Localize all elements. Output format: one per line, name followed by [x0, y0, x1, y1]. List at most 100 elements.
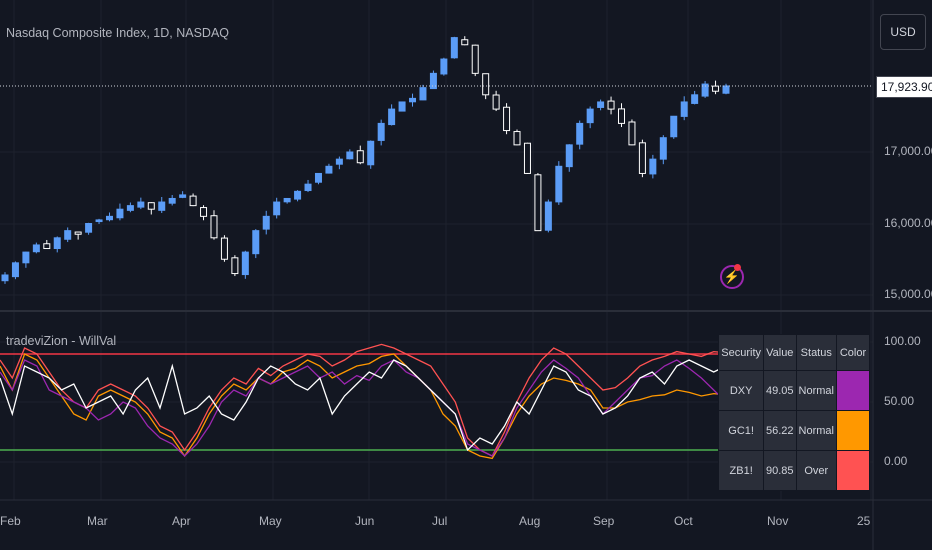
color-swatch [836, 370, 870, 411]
candle-body [210, 215, 218, 239]
candle-body [137, 201, 145, 208]
candle-body [628, 121, 636, 146]
candles [1, 36, 730, 284]
candle-body [523, 142, 531, 174]
candle-body [105, 215, 113, 221]
series-line-nasdaq [0, 359, 727, 452]
security-cell: GC1! [718, 410, 765, 451]
value-cell: 90.85 [763, 450, 797, 491]
candle-body [231, 257, 239, 275]
candle-body [367, 140, 375, 166]
time-axis-label: 25 [857, 514, 871, 528]
candle-body [95, 219, 103, 223]
candle-body [241, 251, 249, 276]
status-cell: Normal [795, 410, 838, 451]
header-cell: Status [795, 334, 838, 371]
candle-body [314, 172, 322, 183]
time-axis-label: Mar [87, 514, 108, 528]
candle-body [22, 251, 30, 264]
candle-body [388, 108, 396, 126]
candle-body [262, 215, 270, 230]
candle-body [158, 201, 166, 211]
candle-body [576, 122, 584, 145]
price-axis-label: 17,000.00 [884, 144, 932, 158]
candle-body [513, 131, 521, 146]
candle-body [398, 101, 406, 112]
security-cell: DXY [718, 370, 765, 411]
time-axis-label: Jun [355, 514, 375, 528]
notification-dot-icon [734, 264, 741, 271]
indicator-axis-label: 100.00 [884, 334, 921, 348]
candle-body [419, 87, 427, 101]
candle-body [283, 197, 291, 203]
candle-body [377, 122, 385, 141]
candle-body [544, 201, 552, 231]
header-cell: Security [718, 334, 765, 371]
candle-body [638, 142, 646, 174]
candle-body [304, 183, 312, 192]
candle-body [597, 101, 605, 108]
candle-body [555, 165, 563, 203]
candle-body [116, 208, 124, 219]
candle-body [712, 85, 720, 92]
time-axis-label: Nov [767, 514, 789, 528]
indicator-title[interactable]: tradeviZion - WillVal [6, 334, 116, 348]
header-cell: Color [836, 334, 870, 371]
status-cell: Over [795, 450, 838, 491]
time-axis-label: Feb [0, 514, 21, 528]
candle-body [618, 108, 626, 124]
color-swatch [836, 450, 870, 491]
candle-body [722, 85, 730, 94]
candle-body [670, 115, 678, 138]
security-cell: ZB1! [718, 450, 765, 491]
candle-body [335, 158, 343, 165]
candle-body [43, 243, 51, 250]
candle-body [565, 144, 573, 168]
indicator-axis-label: 50.00 [884, 394, 915, 408]
time-axis-label: May [259, 514, 282, 528]
candle-body [534, 174, 542, 232]
candle-body [346, 151, 354, 160]
time-axis-label: Oct [674, 514, 693, 528]
last-price-label: 17,923.90 [876, 76, 932, 98]
color-swatch [836, 410, 870, 451]
price-axis-label: 15,000.00 [884, 287, 932, 301]
candle-body [325, 165, 333, 174]
time-axis-label: Apr [172, 514, 191, 528]
candle-body [440, 58, 448, 75]
currency-button[interactable]: USD [880, 14, 926, 50]
candle-body [659, 137, 667, 160]
candle-body [503, 106, 511, 132]
candle-body [450, 37, 458, 59]
candle-body [126, 205, 134, 211]
candle-body [492, 94, 500, 110]
candle-body [1, 274, 9, 282]
time-axis-label: Jul [432, 514, 448, 528]
candle-body [482, 73, 490, 96]
candle-body [680, 101, 688, 117]
candle-body [85, 223, 93, 233]
candle-body [147, 202, 155, 210]
value-cell: 49.05 [763, 370, 797, 411]
table-row: ZB1! 90.85 Over [718, 450, 870, 491]
time-axis-label: Sep [593, 514, 615, 528]
candle-body [409, 97, 417, 103]
status-cell: Normal [795, 370, 838, 411]
candle-body [471, 44, 479, 74]
table-header-row: Security Value Status Color [718, 334, 870, 371]
price-axis-label: 16,000.00 [884, 216, 932, 230]
candle-body [586, 108, 594, 124]
candle-body [294, 190, 302, 200]
candle-body [461, 39, 469, 46]
table-row: GC1! 56.22 Normal [718, 410, 870, 451]
symbol-title[interactable]: Nasdaq Composite Index, 1D, NASDAQ [6, 26, 229, 40]
table-row: DXY 49.05 Normal [718, 370, 870, 411]
candle-body [168, 197, 176, 204]
candle-body [179, 194, 187, 198]
candle-body [220, 237, 228, 260]
oscillator-lines [0, 343, 727, 460]
candle-body [691, 94, 699, 104]
candle-body [64, 230, 72, 240]
candle-body [273, 201, 281, 216]
candle-body [200, 207, 208, 217]
